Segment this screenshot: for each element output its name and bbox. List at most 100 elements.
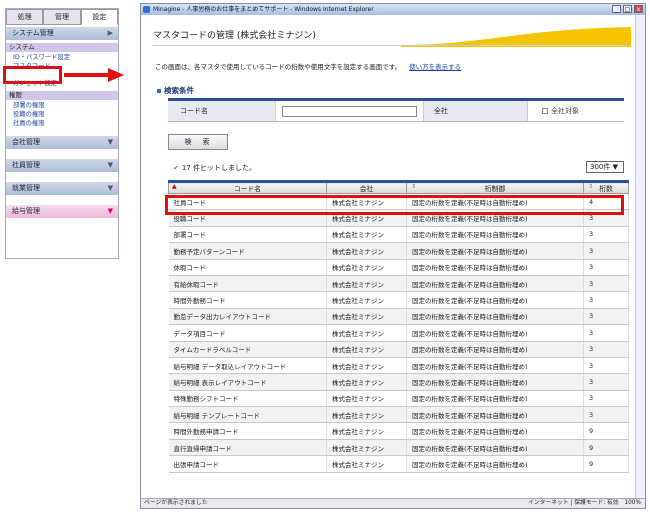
red-arrow-icon [64,68,124,82]
tab-manage[interactable]: 管理 [43,9,81,25]
cell-digit-control: 固定の桁数を定義(不足時は自動桁埋め) [406,373,584,391]
header-decoration [401,27,631,47]
table-row[interactable]: 給与明細 表示レイアウトコード 株式会社ミナジン 固定の桁数を定義(不足時は自動桁埋… [168,373,629,391]
sidebar-item-dept-auth[interactable]: 部署の権限 [6,101,118,110]
table-row[interactable]: データ項目コード 株式会社ミナジン 固定の桁数を定義(不足時は自動桁埋め) 3 [168,324,629,342]
code-name-input[interactable] [282,106,417,117]
cell-digits: 3 [583,357,629,375]
code-name-cell [276,101,424,121]
system-management-header[interactable]: システム管理 ▶ [6,27,118,40]
cell-digit-control: 固定の桁数を定義(不足時は自動桁埋め) [406,308,584,326]
scrollbar[interactable] [635,15,645,499]
cell-code-name: 給与明細 テンプレートコード [168,406,327,424]
table-row[interactable]: 特殊勤務シフトコード 株式会社ミナジン 固定の桁数を定義(不足時は自動桁埋め) 3 [168,390,629,408]
window-titlebar: Minagine - 人事労務のお仕事をまとめてサポート - Windows I… [141,4,645,15]
close-icon[interactable]: x [634,5,643,13]
sidebar-item-password[interactable]: ID・パスワード設定 [6,53,118,62]
column-header-code-name-text: コード名 [233,185,262,193]
table-row[interactable]: タイムカードラベルコード 株式会社ミナジン 固定の桁数を定義(不足時は自動桁埋め) 3 [168,341,629,358]
zoom-level[interactable]: 100% [624,500,641,506]
attendance-management-label: 就業管理 [12,184,40,192]
cell-digit-control: 固定の桁数を定義(不足時は自動桁埋め) [406,455,584,473]
maximize-icon[interactable]: □ [623,5,632,13]
cell-code-name: データ項目コード [168,324,327,342]
attendance-management-header[interactable]: 就業管理 ▼ [6,182,118,195]
cell-company: 株式会社ミナジン [326,439,407,457]
minimize-icon[interactable]: _ [612,5,621,13]
all-company-checkbox[interactable] [542,108,548,114]
page-title: マスタコードの管理 (株式会社ミナジン) [153,31,316,41]
cell-company: 株式会社ミナジン [326,373,407,391]
highlight-employee-code-row [165,195,624,215]
payroll-management-header[interactable]: 給与管理 ▼ [6,205,118,218]
highlight-master-code [3,66,62,84]
cell-digits: 9 [583,439,629,457]
table-row[interactable]: 出張申請コード 株式会社ミナジン 固定の桁数を定義(不足時は自動桁埋め) 9 [168,455,629,473]
cell-digits: 3 [583,324,629,342]
chevron-down-icon: ▼ [107,161,113,169]
cell-code-name: 特殊勤務シフトコード [168,390,327,408]
cell-digit-control: 固定の桁数を定義(不足時は自動桁埋め) [406,259,584,276]
tab-settings[interactable]: 設定 [80,9,118,25]
cell-code-name: 時間外勤務コード [168,291,327,309]
cell-company: 株式会社ミナジン [326,422,407,440]
table-row[interactable]: 勤怠データ出力レイアウトコード 株式会社ミナジン 固定の桁数を定義(不足時は自動桁埋… [168,308,629,326]
column-header-company[interactable]: 会社 [326,180,407,194]
cell-company: 株式会社ミナジン [326,324,407,342]
sidebar-item-employee-auth[interactable]: 社員の権限 [6,119,118,128]
company-management-header[interactable]: 会社管理 ▼ [6,136,118,149]
employee-management-label: 社員管理 [12,161,40,169]
table-row[interactable]: 部署コード 株式会社ミナジン 固定の桁数を定義(不足時は自動桁埋め) 3 [168,226,629,244]
column-header-digits[interactable]: ⇕ 桁数 [583,180,629,194]
status-text: ページが表示されました [144,500,208,506]
cell-digits: 3 [583,341,629,358]
table-row[interactable]: 時間外勤務申請コード 株式会社ミナジン 固定の桁数を定義(不足時は自動桁埋め) 9 [168,422,629,440]
cell-code-name: 休暇コード [168,259,327,276]
table-row[interactable]: 直行直帰申請コード 株式会社ミナジン 固定の桁数を定義(不足時は自動桁埋め) 9 [168,439,629,457]
sidebar-tabs: 処理 管理 設定 [6,9,118,25]
sidebar-item-role-auth[interactable]: 役職の権限 [6,110,118,119]
column-header-company-text: 会社 [359,185,374,193]
page-size-select[interactable]: 300件 ▼ [586,161,624,173]
status-right: インターネット | 保護モード: 有効 100% [528,499,641,508]
cell-digits: 3 [583,390,629,408]
cell-digits: 3 [583,291,629,309]
cell-digit-control: 固定の桁数を定義(不足時は自動桁埋め) [406,291,584,309]
employee-management-header[interactable]: 社員管理 ▼ [6,159,118,172]
payroll-management-label: 給与管理 [12,207,40,215]
tab-process[interactable]: 処理 [6,9,44,25]
column-header-digit-control[interactable]: ⇕ 桁制御 [406,180,584,194]
table-row[interactable]: 給与明細 データ取込レイアウトコード 株式会社ミナジン 固定の桁数を定義(不足時は自… [168,357,629,375]
cell-company: 株式会社ミナジン [326,226,407,244]
cell-code-name: 出張申請コード [168,455,327,473]
table-row[interactable]: 時間外勤務コード 株式会社ミナジン 固定の桁数を定義(不足時は自動桁埋め) 3 [168,291,629,309]
all-company-option[interactable]: 全社対象 [528,101,624,121]
table-row[interactable]: 有給休暇コード 株式会社ミナジン 固定の桁数を定義(不足時は自動桁埋め) 3 [168,275,629,293]
cell-code-name: 有給休暇コード [168,275,327,293]
cell-code-name: 勤怠データ出力レイアウトコード [168,308,327,326]
cell-company: 株式会社ミナジン [326,406,407,424]
cell-company: 株式会社ミナジン [326,341,407,358]
title-divider [153,45,631,46]
table-row[interactable]: 勤務予定パターンコード 株式会社ミナジン 固定の桁数を定義(不足時は自動桁埋め) 3 [168,242,629,260]
cell-digits: 3 [583,226,629,244]
hit-count-text: 17 件ヒットしました。 [181,164,257,172]
page-description: この画面は、各マスタで使用しているコードの桁数や使用文字を設定する画面です。 使い… [155,61,461,71]
cell-company: 株式会社ミナジン [326,390,407,408]
search-button[interactable]: 検 索 [168,134,228,150]
search-title: 検索条件 [157,85,194,96]
system-management-label: システム管理 [12,29,54,37]
table-row[interactable]: 休暇コード 株式会社ミナジン 固定の桁数を定義(不足時は自動桁埋め) 3 [168,259,629,276]
chevron-down-icon: ▼ [107,184,113,192]
cell-digit-control: 固定の桁数を定義(不足時は自動桁埋め) [406,242,584,260]
cell-digits: 3 [583,259,629,276]
help-link[interactable]: 使い方を表示する [409,63,461,71]
column-header-code-name[interactable]: ▲ コード名 [168,180,327,194]
cell-code-name: 勤務予定パターンコード [168,242,327,260]
cell-code-name: 給与明細 表示レイアウトコード [168,373,327,391]
code-name-label: コード名 [168,101,276,121]
cell-code-name: 部署コード [168,226,327,244]
chevron-down-icon: ▼ [107,138,113,146]
table-row[interactable]: 給与明細 テンプレートコード 株式会社ミナジン 固定の桁数を定義(不足時は自動桁埋め… [168,406,629,424]
cell-company: 株式会社ミナジン [326,242,407,260]
